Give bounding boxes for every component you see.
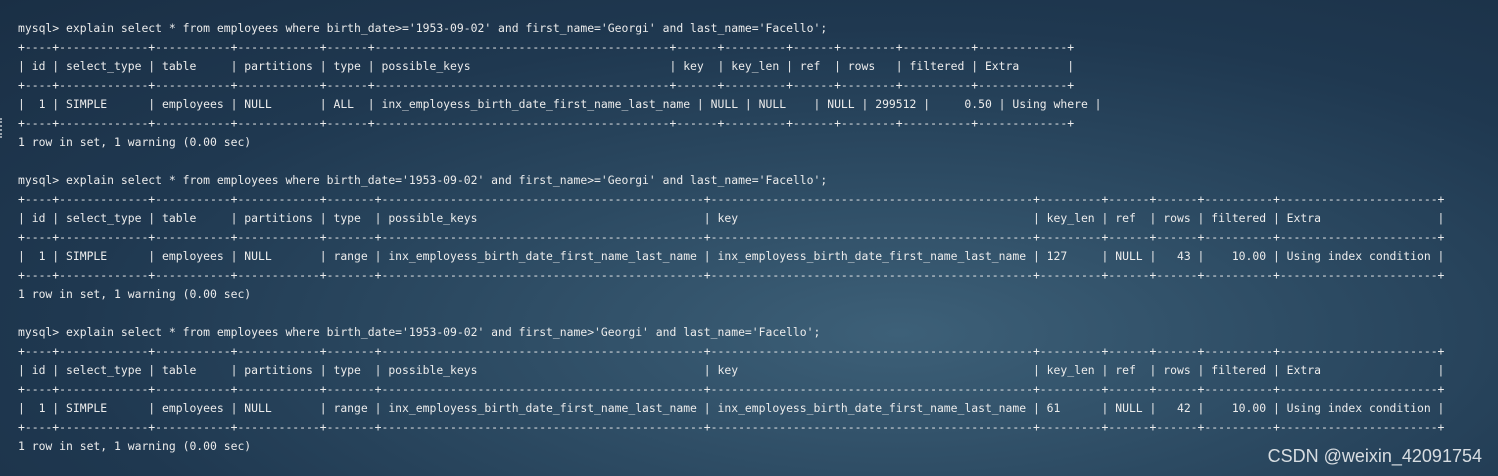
query-2-prompt: mysql> explain select * from employees w… — [18, 173, 828, 187]
table-2-border-top: +----+-------------+-----------+--------… — [18, 192, 1445, 206]
gutter-marker — [0, 118, 5, 138]
query-1-prompt: mysql> explain select * from employees w… — [18, 21, 828, 35]
terminal-output[interactable]: mysql> explain select * from employees w… — [18, 19, 1488, 469]
table-2-border-bottom: +----+-------------+-----------+--------… — [18, 268, 1445, 282]
table-3-header-row: | id | select_type | table | partitions … — [18, 363, 1445, 377]
query-1-result-summary: 1 row in set, 1 warning (0.00 sec) — [18, 135, 252, 149]
table-1-border-top: +----+-------------+-----------+--------… — [18, 40, 1075, 54]
table-2-data-row: | 1 | SIMPLE | employees | NULL | range … — [18, 249, 1445, 263]
csdn-watermark: CSDN @weixin_42091754 — [1267, 446, 1482, 466]
table-3-border-bottom: +----+-------------+-----------+--------… — [18, 420, 1445, 434]
table-2-header-row: | id | select_type | table | partitions … — [18, 211, 1445, 225]
table-1-header-row: | id | select_type | table | partitions … — [18, 59, 1075, 73]
table-3-border-top: +----+-------------+-----------+--------… — [18, 344, 1445, 358]
table-3-border-mid: +----+-------------+-----------+--------… — [18, 382, 1445, 396]
table-3-data-row: | 1 | SIMPLE | employees | NULL | range … — [18, 401, 1445, 415]
table-2-border-mid: +----+-------------+-----------+--------… — [18, 230, 1445, 244]
table-1-border-mid: +----+-------------+-----------+--------… — [18, 78, 1075, 92]
query-3-prompt: mysql> explain select * from employees w… — [18, 325, 821, 339]
query-2-result-summary: 1 row in set, 1 warning (0.00 sec) — [18, 287, 252, 301]
table-1-data-row: | 1 | SIMPLE | employees | NULL | ALL | … — [18, 97, 1102, 111]
table-1-border-bottom: +----+-------------+-----------+--------… — [18, 116, 1075, 130]
